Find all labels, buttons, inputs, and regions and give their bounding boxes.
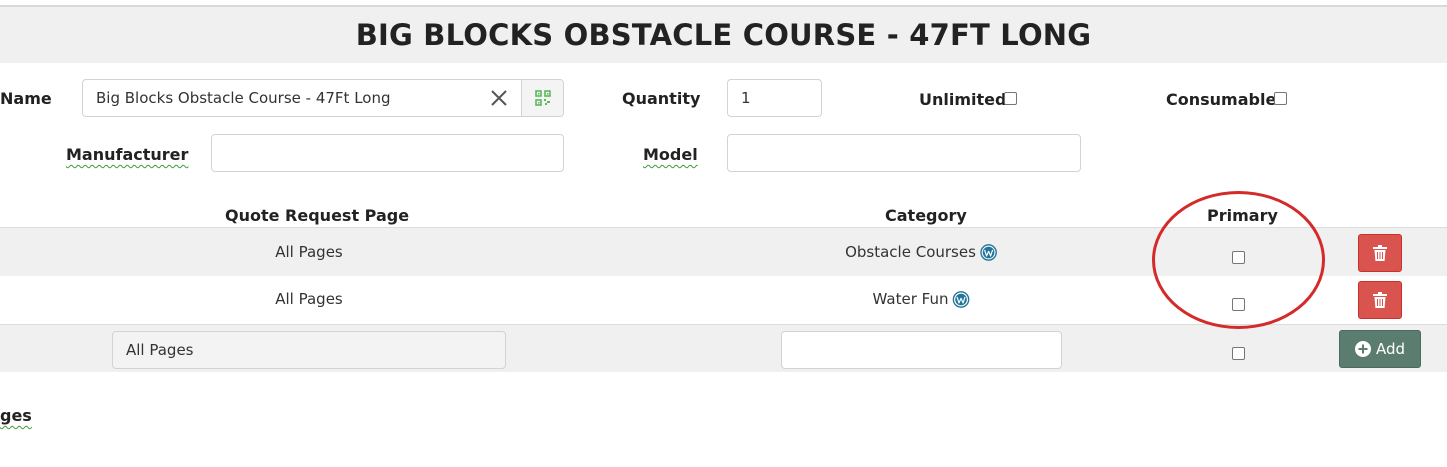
delete-button[interactable]: [1358, 234, 1402, 272]
delete-button[interactable]: [1358, 281, 1402, 319]
name-label: Name: [0, 89, 52, 108]
quote-page-cell: All Pages: [275, 290, 343, 308]
category-input[interactable]: [781, 331, 1062, 369]
qr-code-icon: [534, 90, 551, 106]
quote-page-cell: All Pages: [275, 243, 343, 261]
qr-code-button[interactable]: [521, 80, 563, 116]
trash-icon: [1373, 292, 1387, 308]
partial-section-label: ges: [0, 406, 32, 425]
table-row: All Pages Obstacle Courses: [0, 227, 1447, 276]
primary-checkbox[interactable]: [1232, 251, 1245, 264]
top-divider: [0, 0, 1447, 7]
quantity-input[interactable]: 1: [727, 79, 822, 117]
category-header: Category: [885, 206, 967, 225]
quote-page-select[interactable]: All Pages: [112, 331, 506, 369]
wordpress-icon[interactable]: [952, 290, 970, 308]
consumable-label: Consumable: [1166, 90, 1277, 109]
quote-request-page-header: Quote Request Page: [225, 206, 410, 225]
add-label: Add: [1375, 340, 1406, 358]
category-cell: Obstacle Courses: [845, 243, 997, 261]
manufacturer-input[interactable]: [211, 134, 564, 172]
category-name: Water Fun: [872, 290, 949, 308]
unlimited-checkbox[interactable]: [1004, 92, 1017, 105]
name-input-group: Big Blocks Obstacle Course - 47Ft Long: [82, 79, 564, 117]
close-icon[interactable]: [487, 86, 511, 110]
add-button[interactable]: Add: [1339, 330, 1421, 368]
primary-checkbox[interactable]: [1232, 347, 1245, 360]
consumable-checkbox[interactable]: [1274, 92, 1287, 105]
unlimited-label: Unlimited: [919, 90, 1007, 109]
page-title: BIG BLOCKS OBSTACLE COURSE - 47FT LONG: [355, 18, 1092, 52]
model-label: Model: [643, 145, 698, 164]
plus-circle-icon: [1354, 341, 1371, 357]
new-row: All Pages: [0, 324, 1447, 372]
manufacturer-label: Manufacturer: [66, 145, 189, 164]
model-input[interactable]: [727, 134, 1081, 172]
primary-checkbox[interactable]: [1232, 298, 1245, 311]
category-cell: Water Fun: [873, 290, 970, 308]
table-row: All Pages Water Fun: [0, 276, 1447, 324]
trash-icon: [1373, 245, 1387, 261]
primary-header: Primary: [1207, 206, 1278, 225]
quantity-label: Quantity: [622, 89, 701, 108]
wordpress-icon[interactable]: [980, 243, 997, 261]
title-bar: BIG BLOCKS OBSTACLE COURSE - 47FT LONG: [0, 7, 1447, 63]
name-input[interactable]: Big Blocks Obstacle Course - 47Ft Long: [83, 89, 487, 107]
category-name: Obstacle Courses: [845, 243, 976, 261]
